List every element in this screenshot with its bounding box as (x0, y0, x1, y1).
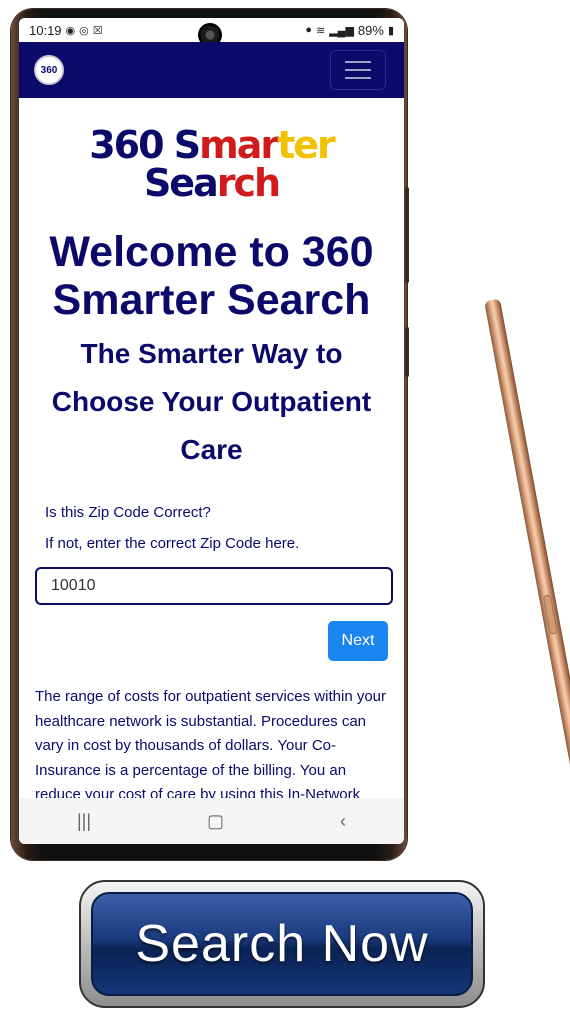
instagram-icon: ◎ (79, 24, 89, 37)
zip-code-input[interactable] (35, 567, 393, 605)
zip-instruction: If not, enter the correct Zip Code here. (45, 535, 300, 552)
stylus-pen (484, 298, 570, 857)
recents-icon[interactable]: ||| (77, 811, 91, 832)
gallery-icon: ☒ (92, 24, 103, 37)
brand-part-3: ter (277, 123, 336, 167)
search-now-button[interactable]: Search Now (79, 880, 485, 1008)
messenger-icon: ◉ (65, 24, 76, 37)
menu-toggle-button[interactable] (330, 50, 386, 90)
app-navbar: 360 (19, 42, 404, 98)
hamburger-icon-line (345, 77, 371, 79)
app-logo[interactable]: 360 (34, 55, 64, 85)
back-icon[interactable]: ‹ (340, 811, 346, 832)
status-time: 10:19 (29, 22, 62, 38)
app-logo-text: 360 (40, 64, 58, 76)
hamburger-icon (345, 61, 371, 63)
power-button (405, 327, 409, 377)
main-content: 360 Smarter Search Welcome to 360 Smarte… (19, 126, 404, 832)
page-title: Welcome to 360 Smarter Search (49, 228, 374, 324)
brand-logo: 360 Smarter Search (35, 126, 388, 202)
page-subtitle: The Smarter Way to Choose Your Outpatien… (51, 338, 372, 465)
android-nav-bar: ||| ▢ ‹ (19, 798, 404, 844)
brand-part-5: rch (216, 161, 281, 205)
brand-part-4: Sea (143, 161, 219, 205)
volume-button (405, 187, 409, 283)
hamburger-icon-line (345, 69, 371, 71)
phone-screen: 10:19 ◉ ◎ ☒ ● ≋ ▂▄▆ 89% ▮ 360 360 Smarte… (19, 18, 404, 844)
next-row: Next (35, 621, 388, 661)
stylus-button (542, 594, 558, 636)
wifi-icon: ≋ (315, 24, 326, 37)
zip-question: Is this Zip Code Correct? (45, 504, 211, 521)
battery-icon: ▮ (387, 24, 394, 37)
signal-icon: ▂▄▆ (329, 24, 354, 37)
search-now-label: Search Now (91, 892, 473, 996)
next-button[interactable]: Next (328, 621, 388, 661)
location-icon: ● (305, 24, 312, 36)
home-icon[interactable]: ▢ (207, 811, 224, 832)
battery-level: 89% (357, 22, 384, 38)
